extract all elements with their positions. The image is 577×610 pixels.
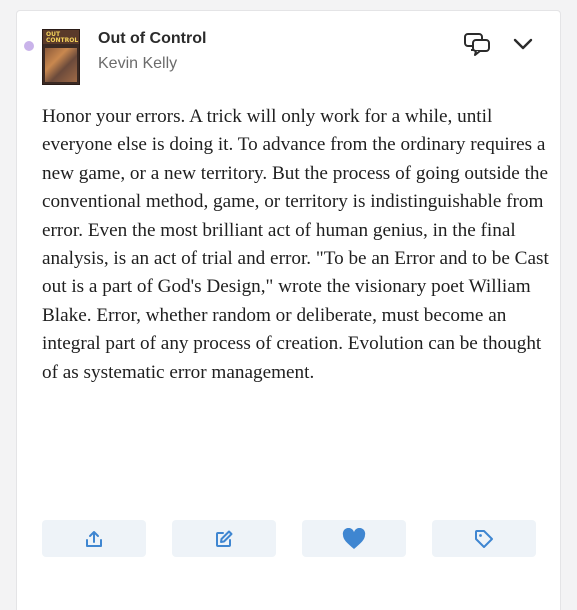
heart-icon [342,527,366,549]
book-cover[interactable]: OUT CONTROL [42,29,80,85]
share-button[interactable] [42,520,146,557]
edit-icon [216,530,233,547]
share-icon [86,530,102,547]
highlight-quote: Honor your errors. A trick will only wor… [42,106,549,383]
tag-button[interactable] [432,520,536,557]
chat-bubbles-icon [464,33,490,56]
book-cover-title: OUT CONTROL [46,31,79,44]
chevron-down-icon [513,38,533,50]
favorite-button[interactable] [302,520,406,557]
highlight-card: OUT CONTROL Out of Control Kevin Kelly H… [16,10,561,610]
chat-button[interactable] [461,31,495,57]
book-title[interactable]: Out of Control [98,30,206,48]
tag-icon [475,529,493,548]
book-author[interactable]: Kevin Kelly [98,55,177,73]
book-cover-art [45,48,77,82]
expand-button[interactable] [509,31,537,57]
edit-note-button[interactable] [172,520,276,557]
unread-dot [24,41,34,51]
